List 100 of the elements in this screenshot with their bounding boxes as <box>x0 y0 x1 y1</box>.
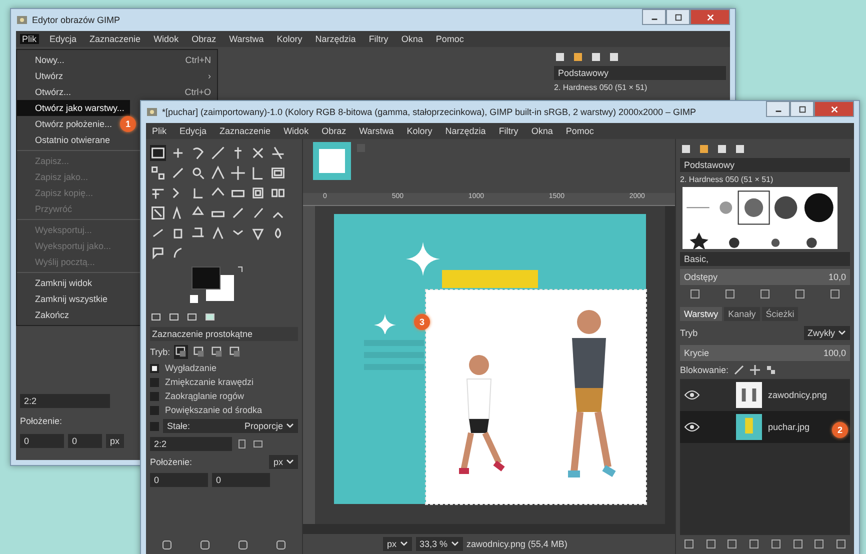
tool-icon[interactable] <box>150 205 166 221</box>
tool-icon[interactable] <box>190 165 206 181</box>
menu-item[interactable]: Warstwa <box>227 34 266 44</box>
layer-action-icon[interactable] <box>726 538 738 550</box>
tool-icon[interactable] <box>210 165 226 181</box>
menu-item[interactable]: Warstwa <box>357 126 396 136</box>
tool-icon[interactable] <box>210 225 226 241</box>
layer-row[interactable]: zawodnicy.png <box>680 379 850 411</box>
panel-tab-icon[interactable] <box>168 311 180 323</box>
tool-icon[interactable] <box>150 245 166 261</box>
option-checkbox[interactable]: Zmiękczanie krawędzi <box>150 377 298 387</box>
menu-item[interactable]: Narzędzia <box>313 34 358 44</box>
menu-item[interactable]: Okna <box>399 34 425 44</box>
layer-action-icon[interactable] <box>682 538 695 550</box>
option-checkbox[interactable]: Zaokrąglanie rogów <box>150 391 298 401</box>
close-button[interactable] <box>690 9 730 25</box>
tool-icon[interactable] <box>150 145 166 161</box>
menu-entry[interactable]: Ostatnio otwierane <box>17 132 116 148</box>
position-y-field[interactable]: 0 <box>212 473 270 487</box>
mode-icon[interactable] <box>174 345 188 359</box>
fixed-dropdown[interactable]: Stałe: Proporcje <box>163 419 298 433</box>
move-icon[interactable] <box>748 364 761 376</box>
menu-item[interactable]: Obraz <box>320 126 348 136</box>
checkbox[interactable] <box>150 378 159 386</box>
preset-dropdown[interactable]: Podstawowy <box>680 158 850 172</box>
zoom-dropdown[interactable]: 33,3 % <box>416 537 463 551</box>
checkbox[interactable] <box>150 392 159 400</box>
tool-icon[interactable] <box>250 145 266 161</box>
menu-item[interactable]: Widok <box>282 126 311 136</box>
dock-tab-icon[interactable] <box>734 143 746 155</box>
opacity-value[interactable]: 100,0 <box>823 348 846 358</box>
unit-dropdown[interactable]: px <box>383 537 412 551</box>
portrait-icon[interactable] <box>236 438 248 450</box>
vertical-scrollbar[interactable] <box>665 206 675 524</box>
eye-icon[interactable] <box>684 421 700 433</box>
menu-item[interactable]: Zaznaczenie <box>218 126 273 136</box>
menu-item[interactable]: Pomoc <box>434 34 466 44</box>
brush-grid-drawing[interactable] <box>680 187 840 249</box>
menu-entry[interactable]: Otwórz... Ctrl+O <box>17 84 217 100</box>
tool-preset-icon[interactable] <box>237 539 249 551</box>
image-thumbnail[interactable] <box>313 142 351 180</box>
layer-action-icon[interactable] <box>835 538 848 550</box>
dock-tab-icon[interactable] <box>716 143 728 155</box>
tool-icon[interactable] <box>250 185 266 201</box>
menu-item[interactable]: Pomoc <box>564 126 596 136</box>
panel-tab-icon[interactable] <box>186 311 198 323</box>
maximize-button[interactable] <box>790 101 814 117</box>
layer-action-icon[interactable] <box>770 538 782 550</box>
layer-action-icon[interactable] <box>813 538 826 550</box>
menu-entry[interactable]: Otwórz jako warstwy... <box>17 100 130 116</box>
menu-entry[interactable]: Zakończ <box>17 307 76 323</box>
dock-tab-icon[interactable] <box>680 143 692 155</box>
menu-item[interactable]: Narzędzia <box>443 126 488 136</box>
layer-action-icon[interactable] <box>748 538 760 550</box>
preset-dropdown[interactable]: Podstawowy <box>554 66 726 80</box>
brush-action-icon[interactable] <box>828 288 841 300</box>
position-x-field[interactable]: 0 <box>150 473 208 487</box>
tool-icon[interactable] <box>210 145 226 161</box>
menu-item[interactable]: Filtry <box>366 34 390 44</box>
menu-item[interactable]: Zaznaczenie <box>88 34 143 44</box>
tool-preset-icon[interactable] <box>199 539 211 551</box>
mode-dropdown[interactable]: Zwykły <box>804 326 850 340</box>
tool-icon[interactable] <box>270 165 286 181</box>
unit-dropdown[interactable]: px <box>269 455 298 469</box>
layer-action-icon[interactable] <box>704 538 717 550</box>
tool-preset-icon[interactable] <box>161 539 173 551</box>
menu-item[interactable]: Plik <box>20 34 39 44</box>
menu-entry[interactable]: Otwórz położenie... <box>17 116 118 132</box>
dock-tab[interactable]: Kanały <box>724 307 760 321</box>
layer-row[interactable]: puchar.jpg 2 <box>680 411 850 443</box>
dock-tab[interactable]: Warstwy <box>680 307 722 321</box>
layer-action-icon[interactable] <box>792 538 804 550</box>
mode-icon[interactable] <box>192 345 206 359</box>
ratio-field[interactable]: 2:2 <box>150 437 232 451</box>
tag-field[interactable]: Basic, <box>680 252 850 266</box>
dock-tab-icon[interactable] <box>608 51 620 63</box>
tool-icon[interactable] <box>170 165 186 181</box>
dock-tab-icon[interactable] <box>698 143 710 155</box>
menu-item[interactable]: Obraz <box>190 34 218 44</box>
menu-item[interactable]: Widok <box>152 34 181 44</box>
checkbox[interactable] <box>150 364 159 372</box>
unit-dropdown[interactable]: px <box>106 434 124 448</box>
brush-action-icon[interactable] <box>724 288 736 300</box>
brush-action-icon[interactable] <box>794 288 806 300</box>
checkbox[interactable] <box>150 422 159 430</box>
dock-tab[interactable]: Ścieżki <box>762 307 798 321</box>
mode-icon[interactable] <box>210 345 224 359</box>
mode-icon[interactable] <box>228 345 242 359</box>
spacing-value[interactable]: 10,0 <box>828 272 846 282</box>
eye-icon[interactable] <box>684 389 700 401</box>
menu-item[interactable]: Filtry <box>496 126 520 136</box>
menu-item[interactable]: Okna <box>529 126 555 136</box>
menu-item[interactable]: Kolory <box>274 34 304 44</box>
option-checkbox[interactable]: Wygładzanie <box>150 363 298 373</box>
tool-icon[interactable] <box>230 205 246 221</box>
menu-item[interactable]: Kolory <box>404 126 434 136</box>
menu-entry[interactable]: Nowy... Ctrl+N <box>17 52 217 68</box>
dock-tab-icon[interactable] <box>572 51 584 63</box>
tool-icon[interactable] <box>270 145 286 161</box>
panel-tab-icon[interactable] <box>204 311 216 323</box>
